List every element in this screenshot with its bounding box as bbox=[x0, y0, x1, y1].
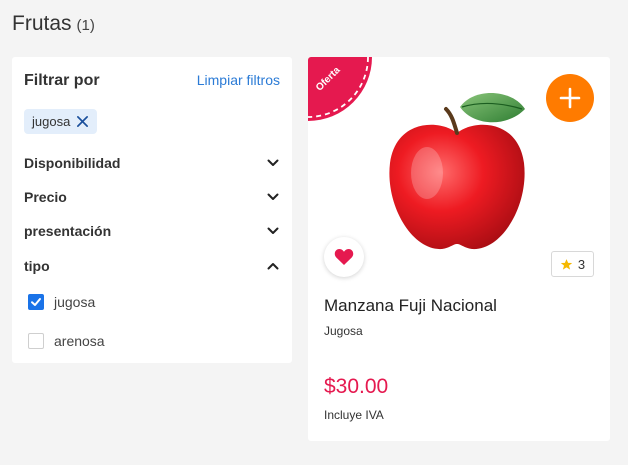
option-jugosa[interactable]: jugosa bbox=[28, 294, 95, 310]
product-subtitle: Jugosa bbox=[324, 324, 363, 338]
option-label: jugosa bbox=[54, 294, 96, 310]
chevron-up-icon bbox=[267, 263, 279, 270]
chevron-down-icon bbox=[267, 227, 279, 234]
product-card[interactable]: Oferta 3 Manzana Fuji Nacional Jugosa $3… bbox=[308, 57, 610, 441]
filter-header: Filtrar por Limpiar filtros bbox=[24, 72, 280, 90]
result-count: (1) bbox=[76, 17, 95, 34]
star-icon bbox=[560, 258, 573, 270]
facet-disponibilidad[interactable]: Disponibilidad bbox=[24, 151, 280, 175]
product-image bbox=[389, 92, 525, 250]
option-arenosa[interactable]: arenosa bbox=[28, 333, 105, 349]
offer-badge: Oferta bbox=[308, 57, 372, 121]
rating-badge: 3 bbox=[551, 251, 594, 277]
option-label: arenosa bbox=[54, 333, 105, 349]
rating-value: 3 bbox=[577, 256, 586, 272]
check-icon bbox=[31, 298, 41, 306]
chevron-down-icon bbox=[267, 193, 279, 200]
facet-label: tipo bbox=[24, 258, 50, 274]
chevron-down-icon bbox=[267, 159, 279, 166]
product-price: $30.00 bbox=[324, 375, 389, 398]
favorite-button[interactable] bbox=[324, 237, 364, 277]
tax-note: Incluye IVA bbox=[324, 408, 384, 422]
filter-panel: Filtrar por Limpiar filtros jugosa Dispo… bbox=[12, 57, 292, 363]
facet-label: Precio bbox=[24, 189, 67, 205]
facet-label: Disponibilidad bbox=[24, 155, 121, 171]
filter-title: Filtrar por bbox=[24, 72, 100, 89]
page-title-text: Frutas bbox=[12, 12, 72, 35]
clear-filters-link[interactable]: Limpiar filtros bbox=[197, 72, 280, 88]
facet-presentacion[interactable]: presentación bbox=[24, 219, 280, 243]
checkbox-jugosa[interactable] bbox=[28, 294, 44, 310]
checkbox-arenosa[interactable] bbox=[28, 333, 44, 349]
add-to-cart-button[interactable] bbox=[546, 74, 594, 122]
close-icon[interactable] bbox=[76, 115, 89, 128]
plus-icon bbox=[559, 87, 581, 109]
page-title: Frutas (1) bbox=[12, 12, 95, 36]
facet-label: presentación bbox=[24, 223, 112, 239]
facet-precio[interactable]: Precio bbox=[24, 185, 280, 209]
product-name[interactable]: Manzana Fuji Nacional bbox=[324, 296, 497, 316]
facet-tipo[interactable]: tipo bbox=[24, 254, 280, 278]
heart-icon bbox=[334, 249, 354, 265]
active-filter-chip-label: jugosa bbox=[32, 114, 71, 129]
active-filter-chip[interactable]: jugosa bbox=[24, 109, 98, 134]
